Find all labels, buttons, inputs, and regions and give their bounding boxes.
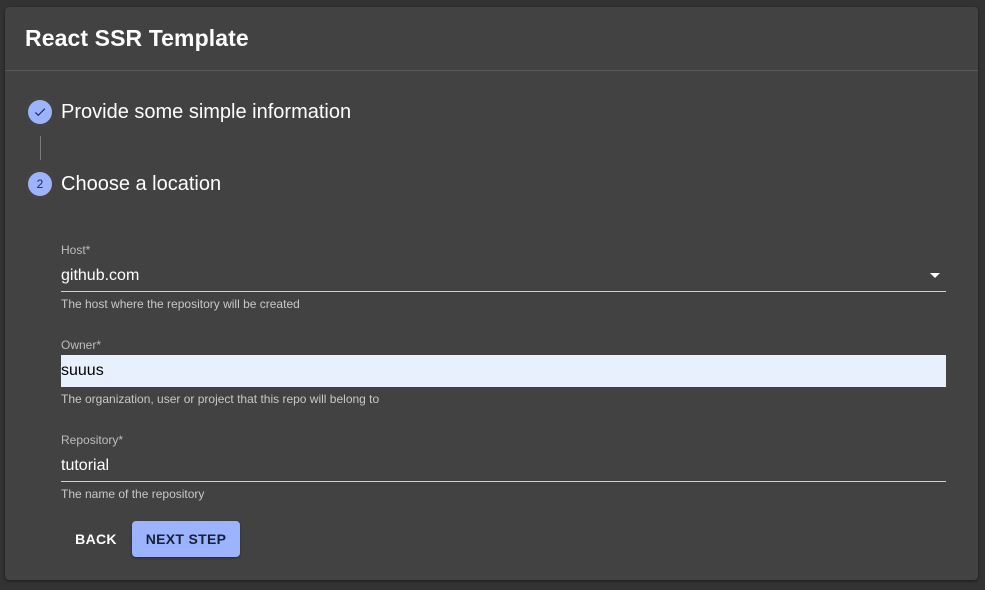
step-number-badge: 2 xyxy=(28,172,52,196)
next-step-button[interactable]: NEXT STEP xyxy=(132,521,240,557)
host-value: github.com xyxy=(61,266,140,284)
repository-field: Repository* tutorial The name of the rep… xyxy=(61,433,946,501)
step-completed[interactable]: Provide some simple information xyxy=(28,100,351,124)
owner-value: suuus xyxy=(61,361,104,379)
repository-value: tutorial xyxy=(61,456,110,474)
host-label: Host* xyxy=(61,243,91,257)
dropdown-arrow-icon[interactable] xyxy=(930,273,940,278)
step-label-provide-information: Provide some simple information xyxy=(61,100,352,123)
step-connector xyxy=(40,136,41,160)
owner-input[interactable]: suuus xyxy=(61,355,946,387)
card-header: React SSR Template xyxy=(5,7,978,71)
page-title: React SSR Template xyxy=(25,25,249,51)
check-icon xyxy=(28,100,52,124)
host-select[interactable]: github.com xyxy=(61,260,946,292)
owner-label: Owner* xyxy=(61,338,102,352)
owner-helper-text: The organization, user or project that t… xyxy=(61,392,380,406)
step-label-choose-location: Choose a location xyxy=(61,172,222,195)
owner-field: Owner* suuus The organization, user or p… xyxy=(61,338,946,406)
step-active: 2 Choose a location xyxy=(28,172,221,196)
host-helper-text: The host where the repository will be cr… xyxy=(61,297,300,311)
host-field: Host* github.com The host where the repo… xyxy=(61,243,946,311)
back-button[interactable]: BACK xyxy=(65,521,127,557)
repository-helper-text: The name of the repository xyxy=(61,487,205,501)
repository-input[interactable]: tutorial xyxy=(61,450,946,482)
template-card: React SSR Template Provide some simple i… xyxy=(5,7,978,580)
repository-label: Repository* xyxy=(61,433,124,447)
check-icon-glyph xyxy=(34,108,46,117)
